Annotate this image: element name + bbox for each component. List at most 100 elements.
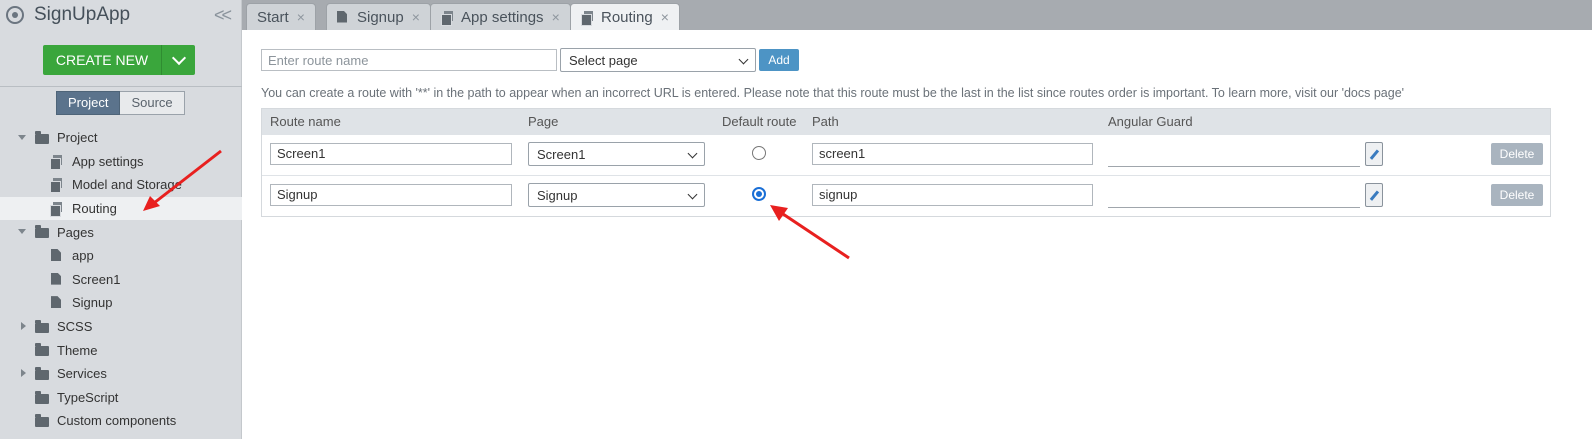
edit-guard-button[interactable] xyxy=(1365,142,1383,166)
tree-item-label: SCSS xyxy=(57,319,93,335)
path-field[interactable]: signup xyxy=(812,184,1093,206)
tree-item-screen1[interactable]: Screen1 xyxy=(0,268,242,292)
folder-icon xyxy=(35,319,49,333)
folder-icon xyxy=(35,390,49,404)
settings-file-icon xyxy=(581,10,593,26)
tree-item-custom-components[interactable]: Custom components xyxy=(0,409,242,433)
tree-item-app[interactable]: app xyxy=(0,244,242,268)
pencil-icon xyxy=(1369,189,1379,201)
collapse-sidebar-icon[interactable]: << xyxy=(214,5,232,26)
tree-item-routing[interactable]: Routing xyxy=(0,196,242,221)
tree-item-services[interactable]: Services xyxy=(0,362,242,386)
column-header-default-route: Default route xyxy=(722,114,797,129)
tree-item-typescript[interactable]: TypeScript xyxy=(0,386,242,410)
table-row: Signup Signup signup Delete xyxy=(262,175,1550,216)
tree-item-pages[interactable]: Pages xyxy=(0,220,242,244)
settings-file-icon xyxy=(441,10,453,26)
angular-guard-field[interactable] xyxy=(1108,147,1360,167)
close-icon[interactable]: × xyxy=(297,9,305,25)
angular-guard-field[interactable] xyxy=(1108,188,1360,208)
chevron-down-icon xyxy=(687,189,698,200)
table-header: Route name Page Default route Path Angul… xyxy=(262,109,1550,134)
default-route-radio[interactable] xyxy=(752,146,766,160)
path-field[interactable]: screen1 xyxy=(812,143,1093,165)
file-icon xyxy=(337,10,349,24)
tab-label: Routing xyxy=(601,8,653,26)
app-header: SignUpApp xyxy=(0,0,241,30)
page-dropdown-value: Signup xyxy=(537,187,578,203)
tree-item-label: Routing xyxy=(72,201,117,217)
source-view-button[interactable]: Source xyxy=(120,91,185,115)
divider xyxy=(0,86,242,87)
tab-label: Start xyxy=(257,8,289,26)
tree-item-label: Signup xyxy=(72,295,113,311)
routing-info-text: You can create a route with '**' in the … xyxy=(261,86,1405,100)
page-dropdown[interactable]: Screen1 xyxy=(528,142,705,166)
route-name-input[interactable] xyxy=(261,49,557,71)
route-name-field[interactable]: Signup xyxy=(270,184,512,206)
settings-file-icon xyxy=(50,201,62,217)
tree-item-scss[interactable]: SCSS xyxy=(0,315,242,339)
project-view-button[interactable]: Project xyxy=(56,91,121,115)
tree-item-theme[interactable]: Theme xyxy=(0,338,242,362)
folder-icon xyxy=(35,414,49,428)
caret-down-icon[interactable] xyxy=(18,229,26,235)
column-header-route-name: Route name xyxy=(270,114,341,129)
tree-item-app-settings[interactable]: App settings xyxy=(0,150,242,174)
caret-down-icon[interactable] xyxy=(18,135,26,140)
file-icon xyxy=(51,272,61,285)
folder-icon xyxy=(35,225,49,239)
delete-route-button[interactable]: Delete xyxy=(1491,143,1543,165)
caret-right-icon[interactable] xyxy=(21,321,26,330)
tree-item-label: Project xyxy=(57,130,98,146)
close-icon[interactable]: × xyxy=(661,9,669,25)
routes-table: Route name Page Default route Path Angul… xyxy=(261,108,1551,217)
file-icon xyxy=(51,296,61,309)
tree-item-label: TypeScript xyxy=(57,389,119,405)
close-icon[interactable]: × xyxy=(552,9,560,25)
add-route-button[interactable]: Add xyxy=(759,49,799,71)
tree-item-label: Model and Storage xyxy=(72,177,182,193)
select-page-value: Select page xyxy=(569,52,638,68)
create-new-button[interactable]: CREATE NEW xyxy=(43,45,195,75)
tab-bar: Start × Signup × App settings × Routing × xyxy=(242,0,1592,30)
tree-item-label: Theme xyxy=(57,342,98,358)
column-header-path: Path xyxy=(812,114,839,129)
tree-item-project[interactable]: Project xyxy=(0,126,242,150)
column-header-angular-guard: Angular Guard xyxy=(1108,114,1193,129)
create-new-dropdown[interactable] xyxy=(161,45,195,75)
tree-item-label: Pages xyxy=(57,224,94,240)
select-page-dropdown[interactable]: Select page xyxy=(560,48,756,72)
view-toggle: Project Source xyxy=(56,91,185,115)
app-title: SignUpApp xyxy=(34,4,131,25)
close-icon[interactable]: × xyxy=(412,9,420,25)
page-dropdown-value: Screen1 xyxy=(537,146,586,162)
tree-item-model-and-storage[interactable]: Model and Storage xyxy=(0,173,242,197)
default-route-radio[interactable] xyxy=(752,187,766,201)
settings-file-icon xyxy=(50,154,62,170)
tree-item-signup[interactable]: Signup xyxy=(0,291,242,315)
tab-routing[interactable]: Routing × xyxy=(570,3,680,30)
routing-editor: Select page Add You can create a route w… xyxy=(242,30,1592,439)
settings-file-icon xyxy=(50,178,62,194)
tab-start[interactable]: Start × xyxy=(246,3,316,30)
caret-right-icon[interactable] xyxy=(21,368,26,377)
column-header-page: Page xyxy=(528,114,559,129)
tree-item-label: Custom components xyxy=(57,413,177,429)
tree-item-label: App settings xyxy=(72,153,144,169)
app-logo-icon xyxy=(6,6,24,24)
chevron-down-icon xyxy=(687,148,698,159)
edit-guard-button[interactable] xyxy=(1365,183,1383,207)
sidebar: SignUpApp << CREATE NEW Project Source P… xyxy=(0,0,242,439)
tab-signup[interactable]: Signup × xyxy=(326,3,431,30)
project-tree: Project App settings Model and Storage Rout… xyxy=(0,126,242,433)
delete-route-button[interactable]: Delete xyxy=(1491,184,1543,206)
tab-app-settings[interactable]: App settings × xyxy=(430,3,571,30)
chevron-down-icon xyxy=(738,54,749,65)
route-name-field[interactable]: Screen1 xyxy=(270,143,512,165)
create-new-label: CREATE NEW xyxy=(55,52,149,68)
tab-label: Signup xyxy=(357,8,404,26)
folder-icon xyxy=(35,343,49,357)
page-dropdown[interactable]: Signup xyxy=(528,183,705,207)
tree-item-label: Services xyxy=(57,366,107,382)
